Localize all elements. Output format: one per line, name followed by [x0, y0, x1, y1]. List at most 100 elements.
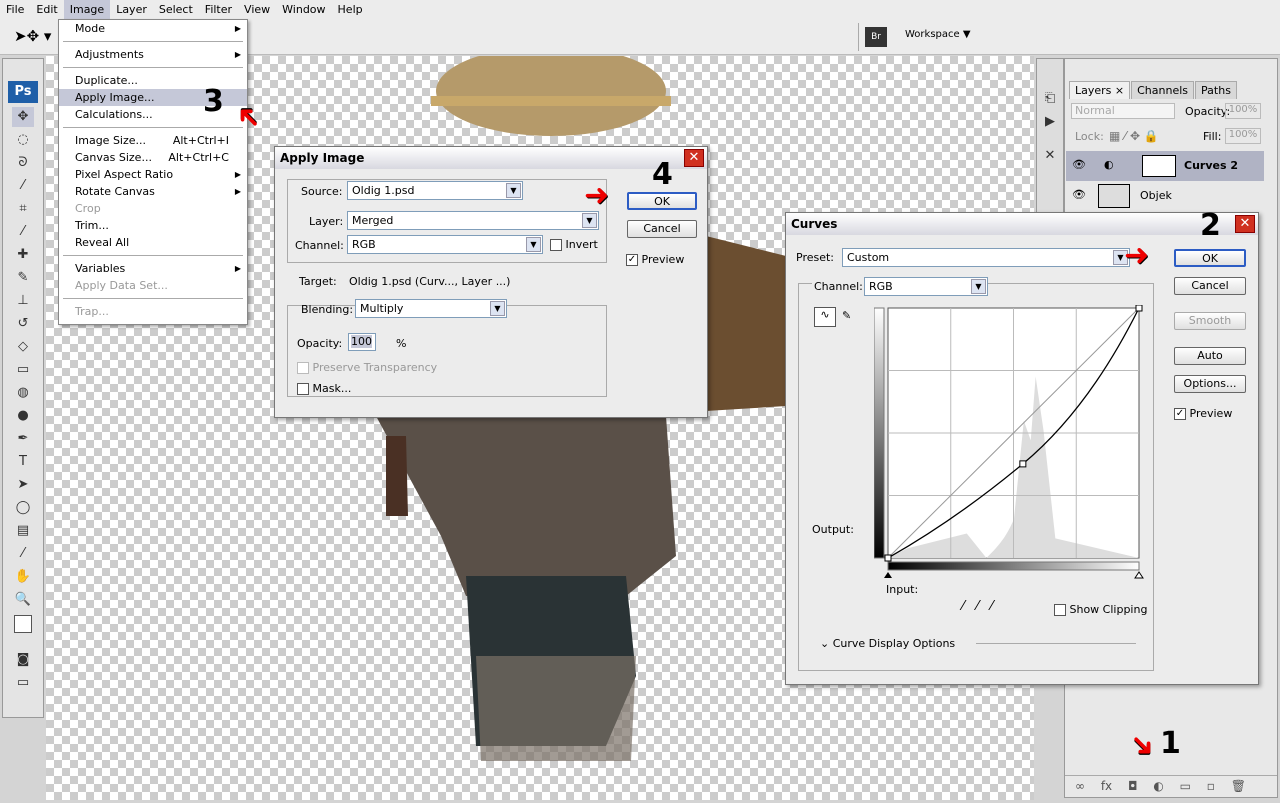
lasso-tool-icon[interactable]: ᘐ — [12, 153, 34, 173]
tools-preset-icon[interactable]: ✕ — [1039, 146, 1061, 166]
eraser-tool-icon[interactable]: ◇ — [12, 337, 34, 357]
preserve-transparency-checkbox[interactable]: Preserve Transparency — [297, 361, 437, 374]
trash-icon[interactable]: 🗑 — [1231, 779, 1246, 793]
gradient-tool-icon[interactable]: ▭ — [12, 360, 34, 380]
show-clipping-checkbox[interactable]: Show Clipping — [1054, 603, 1147, 616]
fx-icon[interactable]: fx — [1101, 779, 1112, 793]
curves-graph[interactable] — [874, 305, 1144, 589]
close-button[interactable]: ✕ — [684, 149, 704, 167]
menu-window[interactable]: Window — [276, 0, 331, 19]
new-group-icon[interactable]: ▭ — [1180, 779, 1191, 793]
blending-select[interactable]: Multiply ▼ — [355, 299, 507, 318]
screen-mode-icon[interactable]: ▭ — [12, 673, 34, 693]
menu-item-crop[interactable]: Crop — [59, 200, 247, 217]
preview-checkbox[interactable]: ✓ Preview — [626, 253, 684, 266]
move-tool-icon[interactable]: ✥ — [12, 107, 34, 127]
layer-row-objek[interactable]: 👁 Objek — [1066, 181, 1264, 211]
brush-tool-icon[interactable]: ✎ — [12, 268, 34, 288]
healing-tool-icon[interactable]: ✚ — [12, 245, 34, 265]
menu-item-mode[interactable]: Mode ▶ — [59, 20, 247, 37]
source-select[interactable]: Oldig 1.psd ▼ — [347, 181, 523, 200]
invert-checkbox[interactable]: Invert — [550, 238, 598, 251]
white-point-eyedropper-icon[interactable]: ⁄ — [991, 599, 993, 614]
pencil-tool-icon[interactable]: ✎ — [842, 309, 851, 322]
dodge-tool-icon[interactable]: ● — [12, 406, 34, 426]
zoom-tool-icon[interactable]: 🔍 — [12, 590, 34, 610]
menu-item-variables[interactable]: Variables ▶ — [59, 260, 247, 277]
eye-icon[interactable]: 👁 — [1072, 158, 1086, 171]
menu-filter[interactable]: Filter — [199, 0, 238, 19]
menu-file[interactable]: File — [0, 0, 30, 19]
opacity-input[interactable]: 100 — [348, 333, 376, 351]
type-tool-icon[interactable]: T — [12, 452, 34, 472]
eye-icon[interactable]: 👁 — [1072, 188, 1086, 201]
magic-wand-icon[interactable]: ⁄ — [12, 176, 34, 196]
move-tool-icon[interactable]: ➤✥ ▾ — [14, 27, 51, 45]
actions-panel-icon[interactable]: ▶ — [1039, 112, 1061, 132]
menu-edit[interactable]: Edit — [30, 0, 63, 19]
tab-layers[interactable]: Layers × — [1069, 81, 1131, 99]
channel-select[interactable]: RGB ▼ — [864, 277, 988, 296]
eyedropper-icon[interactable]: ⁄ — [12, 544, 34, 564]
menu-image[interactable]: Image — [63, 0, 111, 19]
preview-checkbox[interactable]: ✓ Preview — [1174, 407, 1232, 420]
shape-tool-icon[interactable]: ◯ — [12, 498, 34, 518]
crop-tool-icon[interactable]: ⌗ — [12, 199, 34, 219]
path-select-icon[interactable]: ➤ — [12, 475, 34, 495]
fill-field[interactable]: 100% — [1225, 128, 1261, 144]
menu-item-trap[interactable]: Trap... — [59, 303, 247, 320]
menu-item-rotate-canvas[interactable]: Rotate Canvas ▶ — [59, 183, 247, 200]
new-adjustment-layer-icon[interactable]: ◐ — [1153, 779, 1163, 793]
channel-select[interactable]: RGB ▼ — [347, 235, 543, 254]
history-brush-icon[interactable]: ↺ — [12, 314, 34, 334]
menu-view[interactable]: View — [238, 0, 276, 19]
link-icon[interactable]: ∞ — [1075, 779, 1085, 793]
curve-point-tool-icon[interactable]: ∿ — [814, 307, 836, 327]
color-swatches-icon[interactable] — [12, 613, 40, 647]
workspace-button[interactable]: Workspace ▼ — [905, 29, 971, 40]
hand-tool-icon[interactable]: ✋ — [12, 567, 34, 587]
marquee-tool-icon[interactable]: ◌ — [12, 130, 34, 150]
menu-layer[interactable]: Layer — [110, 0, 153, 19]
eyedropper-tool-icon[interactable]: ⁄ — [12, 222, 34, 242]
menu-item-apply-data-set[interactable]: Apply Data Set... — [59, 277, 247, 294]
blend-mode-select[interactable]: Normal — [1071, 103, 1175, 119]
blur-tool-icon[interactable]: ◍ — [12, 383, 34, 403]
history-panel-icon[interactable]: ⎗ — [1039, 89, 1061, 109]
bridge-icon[interactable]: Br — [865, 27, 887, 47]
preset-select[interactable]: Custom ▼ — [842, 248, 1130, 267]
new-layer-icon[interactable]: ▫ — [1207, 779, 1215, 793]
cancel-button[interactable]: Cancel — [627, 220, 697, 238]
stamp-tool-icon[interactable]: ⊥ — [12, 291, 34, 311]
options-button[interactable]: Options... — [1174, 375, 1246, 393]
mask-checkbox[interactable]: Mask... — [297, 382, 351, 395]
menu-item-trim[interactable]: Trim... — [59, 217, 247, 234]
percent-label: % — [396, 337, 407, 350]
smooth-button[interactable]: Smooth — [1174, 312, 1246, 330]
menu-item-pixel-aspect-ratio[interactable]: Pixel Aspect Ratio ▶ — [59, 166, 247, 183]
tab-paths[interactable]: Paths — [1195, 81, 1237, 99]
ok-button[interactable]: OK — [627, 192, 697, 210]
layer-select[interactable]: Merged ▼ — [347, 211, 599, 230]
black-point-eyedropper-icon[interactable]: ⁄ — [962, 599, 964, 614]
curve-display-options-toggle[interactable]: ⌄ Curve Display Options — [820, 637, 955, 650]
menu-item-adjustments[interactable]: Adjustments ▶ — [59, 46, 247, 63]
pen-tool-icon[interactable]: ✒ — [12, 429, 34, 449]
gray-point-eyedropper-icon[interactable]: ⁄ — [976, 599, 978, 614]
menu-item-reveal-all[interactable]: Reveal All — [59, 234, 247, 251]
quick-mask-icon[interactable]: ◙ — [12, 650, 34, 670]
opacity-field[interactable]: 100% — [1225, 103, 1261, 119]
close-button[interactable]: ✕ — [1235, 215, 1255, 233]
auto-button[interactable]: Auto — [1174, 347, 1246, 365]
menu-item-canvas-size[interactable]: Canvas Size... Alt+Ctrl+C — [59, 149, 247, 166]
layer-row-curves-2[interactable]: 👁 ◐ Curves 2 — [1066, 151, 1264, 181]
notes-tool-icon[interactable]: ▤ — [12, 521, 34, 541]
menu-item-image-size[interactable]: Image Size... Alt+Ctrl+I — [59, 132, 247, 149]
menu-help[interactable]: Help — [332, 0, 369, 19]
lock-icons[interactable]: ▦ ⁄ ✥ 🔒 — [1109, 129, 1159, 143]
ok-button[interactable]: OK — [1174, 249, 1246, 267]
cancel-button[interactable]: Cancel — [1174, 277, 1246, 295]
menu-select[interactable]: Select — [153, 0, 199, 19]
tab-channels[interactable]: Channels — [1131, 81, 1195, 99]
add-mask-icon[interactable]: ◘ — [1128, 779, 1138, 793]
